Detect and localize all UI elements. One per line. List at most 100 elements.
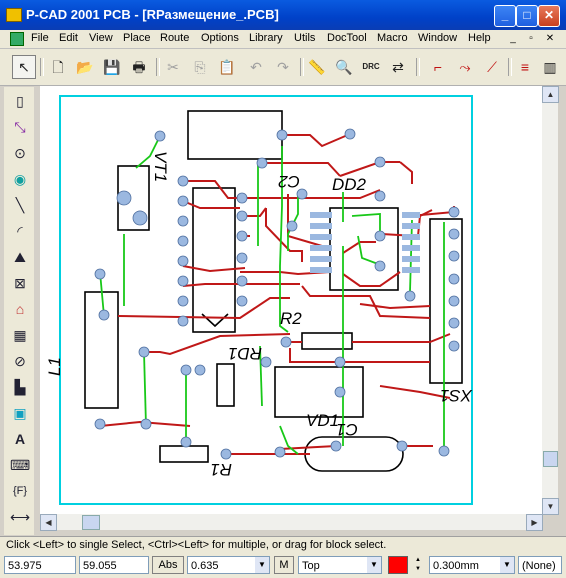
scroll-right-icon[interactable]: ▶ xyxy=(526,514,543,531)
place-plane-icon[interactable]: ⊘ xyxy=(10,351,30,371)
copy-icon[interactable]: ⎘ xyxy=(189,56,211,78)
menu-route[interactable]: Route xyxy=(160,32,189,44)
label-l1: L1 xyxy=(45,357,64,376)
zoom-icon[interactable]: 🔍 xyxy=(333,56,355,78)
horizontal-scroll-thumb[interactable] xyxy=(82,515,100,530)
menu-view[interactable]: View xyxy=(89,32,113,44)
minimize-button[interactable]: _ xyxy=(494,5,516,27)
open-folder-icon[interactable]: 📂 xyxy=(74,56,96,78)
spin-up-icon[interactable]: ▲ xyxy=(411,556,425,565)
redo-icon[interactable]: ↷ xyxy=(272,56,294,78)
menu-doctool[interactable]: DocTool xyxy=(327,32,367,44)
coordinate-bar: 53.975 59.055 Abs 0.635 ▼ M Top ▼ ▲ ▼ 0.… xyxy=(0,553,566,578)
c-small-outline xyxy=(216,363,235,407)
place-copper-pour-icon[interactable]: ⊠ xyxy=(10,273,30,293)
grid-value: 0.635 xyxy=(191,560,219,572)
abs-toggle-button[interactable]: Abs xyxy=(152,556,184,574)
mdi-close-button[interactable]: ✕ xyxy=(543,32,557,45)
place-polygon-icon[interactable]: ⛰ xyxy=(10,247,30,267)
dd2-outline xyxy=(329,207,399,291)
rd1-outline xyxy=(192,187,236,333)
mdi-restore-button[interactable]: ▫ xyxy=(524,32,538,45)
maximize-button[interactable]: □ xyxy=(516,5,538,27)
menu-place[interactable]: Place xyxy=(123,32,151,44)
cut-icon[interactable]: ✂ xyxy=(162,56,184,78)
place-text-icon[interactable]: A xyxy=(10,429,30,449)
layer-spinner[interactable]: ▲ ▼ xyxy=(411,556,425,574)
menu-file[interactable]: File xyxy=(31,32,49,44)
label-c1: C1 xyxy=(336,420,358,439)
drc-check-icon[interactable]: DRC xyxy=(360,56,382,78)
route-interactive-icon[interactable]: ⤳ xyxy=(454,56,476,78)
y-coordinate-field[interactable]: 59.055 xyxy=(79,556,149,574)
style-select[interactable]: (None) xyxy=(518,556,562,574)
vertical-scrollbar[interactable]: ▲ ▼ xyxy=(542,86,559,515)
scroll-left-icon[interactable]: ◀ xyxy=(40,514,57,531)
place-cutout-icon[interactable]: ⌂ xyxy=(10,299,30,319)
label-r2: R2 xyxy=(280,309,302,328)
title-bar: P-CAD 2001 PCB - [RРазмещение_.PCB] _ □ … xyxy=(0,0,566,30)
x-coordinate-field[interactable]: 53.975 xyxy=(4,556,76,574)
mode-button[interactable]: M xyxy=(274,556,294,574)
place-field-icon[interactable]: ▙ xyxy=(10,377,30,397)
place-via-icon[interactable]: ◉ xyxy=(10,169,30,189)
label-dd2: DD2 xyxy=(332,175,367,194)
label-c2: C2 xyxy=(278,172,300,191)
select-arrow-icon[interactable]: ↖ xyxy=(12,55,36,79)
menu-help[interactable]: Help xyxy=(468,32,491,44)
menu-edit[interactable]: Edit xyxy=(59,32,78,44)
menu-library[interactable]: Library xyxy=(249,32,283,44)
new-file-icon[interactable]: 🗋 xyxy=(47,56,69,78)
label-vd1: VD1 xyxy=(306,411,339,430)
measure-ruler-icon[interactable]: 📏 xyxy=(306,56,328,78)
place-text-box-icon[interactable]: ▣ xyxy=(10,403,30,423)
line-width-select[interactable]: 0.300mm ▼ xyxy=(429,556,515,574)
route-manual-icon[interactable]: ⌐ xyxy=(427,56,449,78)
place-dimension-icon[interactable]: ⟷ xyxy=(10,507,30,527)
place-component-icon[interactable]: ▯ xyxy=(10,91,30,111)
route-bus-icon[interactable]: ≡ xyxy=(514,56,536,78)
main-toolbar: ↖ 🗋 📂 💾 🖶 ✂ ⎘ 📋 ↶ ↷ 📏 🔍 DRC ⇄ ⌐ ⤳ ⟋ ≡ ▥ xyxy=(0,49,566,86)
chevron-down-icon[interactable]: ▼ xyxy=(500,557,514,573)
paste-icon[interactable]: 📋 xyxy=(216,56,238,78)
close-button[interactable]: ✕ xyxy=(538,5,560,27)
l1-outline xyxy=(84,291,119,409)
place-arc-icon[interactable]: ◜ xyxy=(10,221,30,241)
menu-utils[interactable]: Utils xyxy=(294,32,315,44)
vertical-scroll-thumb[interactable] xyxy=(543,451,558,467)
status-bar: Click <Left> to single Select, <Ctrl><Le… xyxy=(0,536,566,553)
horizontal-scrollbar[interactable]: ◀ ▶ xyxy=(40,514,543,531)
menu-options[interactable]: Options xyxy=(201,32,239,44)
layer-select[interactable]: Top ▼ xyxy=(298,556,382,574)
chevron-down-icon[interactable]: ▼ xyxy=(367,557,381,573)
scroll-up-icon[interactable]: ▲ xyxy=(542,86,559,103)
c1-outline xyxy=(304,436,404,472)
spin-down-icon[interactable]: ▼ xyxy=(411,565,425,574)
place-keepout-icon[interactable]: ▦ xyxy=(10,325,30,345)
mdi-minimize-button[interactable]: _ xyxy=(506,32,520,45)
place-field-text-icon[interactable]: {F} xyxy=(10,481,30,501)
document-icon[interactable] xyxy=(10,32,24,46)
undo-icon[interactable]: ↶ xyxy=(245,56,267,78)
place-attribute-icon[interactable]: ⌨ xyxy=(10,455,30,475)
place-pad-icon[interactable]: ⊙ xyxy=(10,143,30,163)
component-outline-top xyxy=(187,110,283,160)
route-miter-icon[interactable]: ⟋ xyxy=(481,56,503,78)
chevron-down-icon[interactable]: ▼ xyxy=(255,557,269,573)
place-line-icon[interactable]: ╲ xyxy=(10,195,30,215)
pcb-canvas[interactable]: VT1 C2 DD2 R2 RD1 L1 XS1 VD1 C1 R1 xyxy=(40,86,542,514)
print-icon[interactable]: 🖶 xyxy=(128,56,150,78)
layer-color-swatch[interactable] xyxy=(388,556,408,574)
menu-window[interactable]: Window xyxy=(418,32,457,44)
grid-select[interactable]: 0.635 ▼ xyxy=(187,556,270,574)
layer-value: Top xyxy=(302,560,320,572)
app-icon xyxy=(6,8,22,22)
netlist-icon[interactable]: ⇄ xyxy=(387,56,409,78)
save-disk-icon[interactable]: 💾 xyxy=(101,56,123,78)
r2-outline xyxy=(301,332,353,350)
scroll-down-icon[interactable]: ▼ xyxy=(542,498,559,515)
menu-macro[interactable]: Macro xyxy=(377,32,408,44)
route-more-icon[interactable]: ▥ xyxy=(540,56,560,78)
drc-label: DRC xyxy=(362,62,380,71)
place-connection-icon[interactable]: ⤡ xyxy=(10,117,30,137)
